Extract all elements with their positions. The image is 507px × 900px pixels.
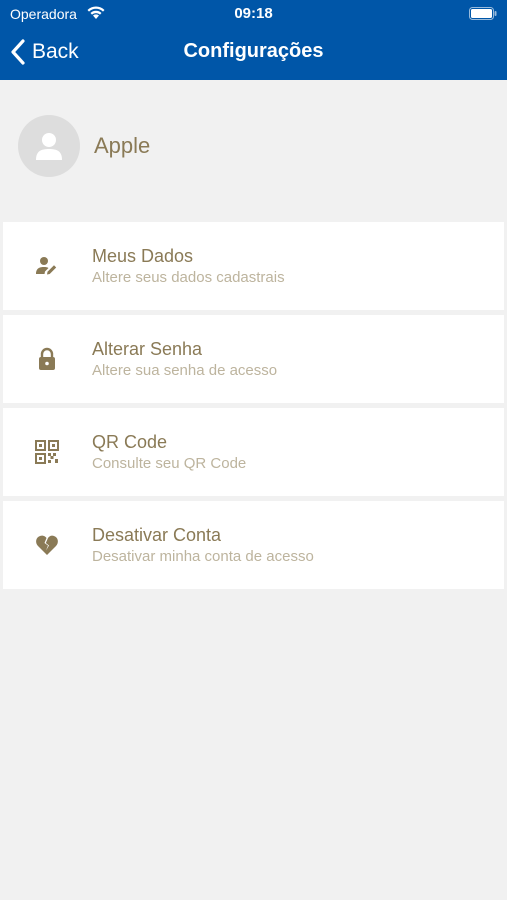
menu-item-title: QR Code [92,432,168,452]
menu-item-qr-code[interactable]: QR Code Consulte seu QR Code [3,408,504,496]
status-bar: Operadora 09:18 [0,0,507,28]
menu-item-meus-dados[interactable]: Meus Dados Altere seus dados cadastrais [3,222,504,310]
battery-icon [469,7,497,20]
settings-menu: Meus Dados Altere seus dados cadastrais … [3,222,504,594]
menu-item-title: Alterar Senha [92,339,203,359]
page-title: Configurações [183,40,324,62]
user-icon [36,133,62,160]
qr-code-icon [35,440,59,464]
lock-icon [39,347,55,370]
clock-time: 09:18 [234,5,273,22]
menu-item-alterar-senha[interactable]: Alterar Senha Altere sua senha de acesso [3,315,504,403]
broken-heart-icon [36,535,58,555]
navigation-header: Operadora 09:18 Back Configurações [0,0,507,80]
menu-item-subtitle: Altere seus dados cadastrais [92,269,285,286]
menu-item-desativar-conta[interactable]: Desativar Conta Desativar minha conta de… [3,501,504,589]
profile-name: Apple [94,133,151,158]
menu-item-subtitle: Desativar minha conta de acesso [92,548,314,565]
avatar [18,115,80,177]
menu-item-title: Desativar Conta [92,525,222,545]
menu-item-subtitle: Altere sua senha de acesso [92,362,278,379]
profile-section: Apple [18,115,150,177]
menu-item-subtitle: Consulte seu QR Code [92,455,247,472]
menu-item-title: Meus Dados [92,246,194,266]
user-edit-icon [36,257,57,275]
